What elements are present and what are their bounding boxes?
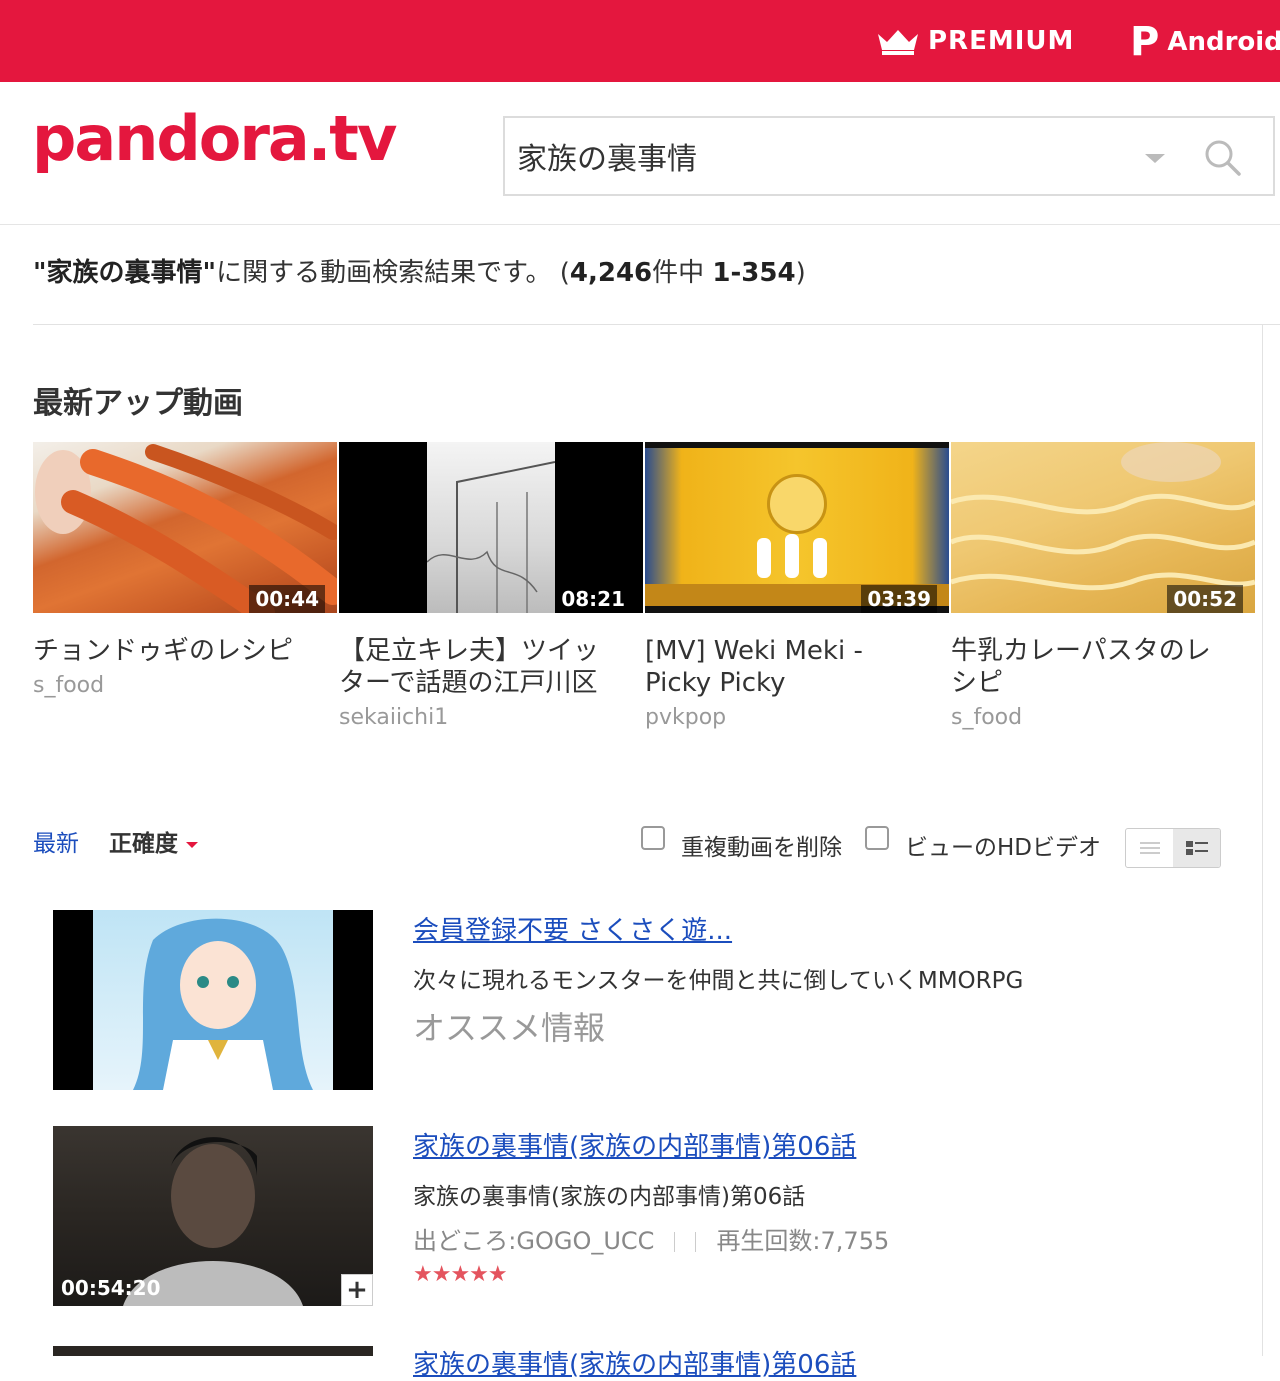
column-rule — [1262, 325, 1263, 1356]
ad-info: 会員登録不要 さくさく遊... 次々に現れるモンスターを仲間と共に倒していくMM… — [413, 910, 1023, 1049]
video-title[interactable]: 牛乳カレーパスタのレシピ — [951, 635, 1255, 699]
result-duration: 00:54:20 — [61, 1276, 161, 1300]
anime-image — [93, 910, 333, 1090]
search-box — [503, 116, 1275, 196]
ad-thumbnail[interactable] — [53, 910, 373, 1090]
android-label: Android — [1167, 27, 1280, 57]
ad-description: 次々に現れるモンスターを仲間と共に倒していくMMORPG — [413, 968, 1024, 994]
list-icon — [1139, 842, 1160, 854]
latest-videos: 00:44 チョンドゥギのレシピ s_food 08:21 【足立キレ夫】ツイッ… — [33, 442, 1255, 762]
dancer — [785, 534, 799, 578]
video-user[interactable]: pvkpop — [645, 705, 949, 730]
view-toggle — [1125, 828, 1221, 868]
hd-label: ビューのHDビデオ — [905, 835, 1102, 861]
building-sketch — [426, 461, 556, 613]
android-link[interactable]: P Android — [1130, 22, 1280, 62]
result-source[interactable]: 出どころ:GOGO_UCC — [413, 1227, 654, 1255]
result-item-ad[interactable]: 会員登録不要 さくさく遊... 次々に現れるモンスターを仲間と共に倒していくMM… — [53, 910, 1233, 1090]
header: pandora.tv — [0, 82, 1280, 225]
stage-image — [645, 448, 949, 606]
video-title[interactable]: [MV] Weki Meki - Picky Picky — [645, 635, 949, 699]
site-logo[interactable]: pandora.tv — [32, 108, 397, 170]
result-thumbnail-partial[interactable] — [53, 1346, 373, 1356]
result-views: 再生回数:7,755 — [716, 1227, 890, 1255]
result-mid: 件中 — [652, 258, 713, 288]
result-text: に関する動画検索結果です。 ( — [216, 258, 570, 288]
meta-separator — [674, 1232, 676, 1252]
video-duration: 00:52 — [1167, 585, 1243, 613]
latest-heading: 最新アップ動画 — [33, 386, 243, 421]
emblem — [767, 474, 827, 534]
premium-link[interactable]: PREMIUM — [876, 22, 1074, 60]
sketch-image — [426, 442, 556, 613]
search-input[interactable] — [517, 134, 1117, 178]
rating-stars: ★★★★★ — [413, 1262, 508, 1287]
premium-label: PREMIUM — [928, 26, 1075, 56]
sort-bar: 最新 正確度 重複動画を削除 ビューのHDビデオ — [33, 820, 1233, 870]
video-thumbnail[interactable]: 08:21 — [339, 442, 643, 613]
android-p-icon: P — [1130, 19, 1160, 65]
video-thumbnail[interactable]: 00:44 — [33, 442, 337, 613]
video-user[interactable]: s_food — [33, 673, 337, 698]
caret-down-icon — [186, 841, 198, 848]
search-dropdown-icon[interactable] — [1145, 154, 1165, 163]
result-summary: "家族の裏事情"に関する動画検索結果です。 (4,246件中 1-354) — [33, 252, 806, 289]
sort-latest[interactable]: 最新 — [33, 824, 79, 858]
character-illustration — [133, 918, 313, 1090]
detail-view-button[interactable] — [1173, 829, 1220, 867]
ad-title-link[interactable]: 会員登録不要 さくさく遊... — [413, 910, 1023, 947]
result-title-link[interactable]: 家族の裏事情(家族の内部事情)第06話 — [413, 1126, 889, 1163]
meta-separator — [695, 1232, 697, 1252]
video-duration: 08:21 — [555, 585, 631, 613]
hd-checkbox[interactable] — [865, 826, 889, 850]
crown-icon — [878, 30, 918, 55]
video-duration: 03:39 — [861, 585, 937, 613]
dedupe-label: 重複動画を削除 — [681, 835, 842, 861]
video-user[interactable]: sekaiichi1 — [339, 705, 643, 730]
result-description: 家族の裏事情(家族の内部事情)第06話 — [413, 1184, 806, 1210]
list-view-button[interactable] — [1126, 829, 1173, 867]
dancer — [813, 538, 827, 578]
top-bar: PREMIUM P Android — [0, 0, 1280, 82]
video-thumbnail[interactable]: 00:52 — [951, 442, 1255, 613]
result-item[interactable]: 00:54:20 + 家族の裏事情(家族の内部事情)第06話 家族の裏事情(家族… — [53, 1126, 1233, 1306]
result-close: ) — [795, 258, 806, 288]
video-card[interactable]: 03:39 [MV] Weki Meki - Picky Picky pvkpo… — [645, 442, 949, 730]
video-thumbnail[interactable]: 03:39 — [645, 442, 949, 613]
dancer — [757, 538, 771, 578]
video-user[interactable]: s_food — [951, 705, 1255, 730]
result-query: "家族の裏事情" — [33, 258, 217, 288]
divider — [33, 324, 1280, 325]
result-title-link-partial[interactable]: 家族の裏事情(家族の内部事情)第06話 — [413, 1344, 856, 1381]
search-icon[interactable] — [1203, 138, 1243, 178]
video-card[interactable]: 00:52 牛乳カレーパスタのレシピ s_food — [951, 442, 1255, 730]
ad-label: オススメ情報 — [413, 1009, 606, 1047]
video-title[interactable]: 【足立キレ夫】ツイッターで話題の江戸川区 — [339, 635, 643, 699]
video-card[interactable]: 08:21 【足立キレ夫】ツイッターで話題の江戸川区 sekaiichi1 — [339, 442, 643, 730]
sort-accuracy[interactable]: 正確度 — [109, 824, 198, 858]
sort-accuracy-label: 正確度 — [109, 831, 178, 857]
dedupe-checkbox[interactable] — [641, 826, 665, 850]
result-thumbnail[interactable]: 00:54:20 + — [53, 1126, 373, 1306]
video-duration: 00:44 — [249, 585, 325, 613]
result-total: 4,246 — [569, 258, 653, 288]
video-title[interactable]: チョンドゥギのレシピ — [33, 635, 337, 667]
detail-list-icon — [1185, 841, 1208, 855]
result-info: 家族の裏事情(家族の内部事情)第06話 家族の裏事情(家族の内部事情)第06話 … — [413, 1126, 889, 1287]
result-range: 1-354 — [712, 258, 796, 288]
video-card[interactable]: 00:44 チョンドゥギのレシピ s_food — [33, 442, 337, 698]
result-meta: 出どころ:GOGO_UCC 再生回数:7,755 — [413, 1221, 889, 1256]
add-to-playlist-button[interactable]: + — [341, 1274, 373, 1306]
